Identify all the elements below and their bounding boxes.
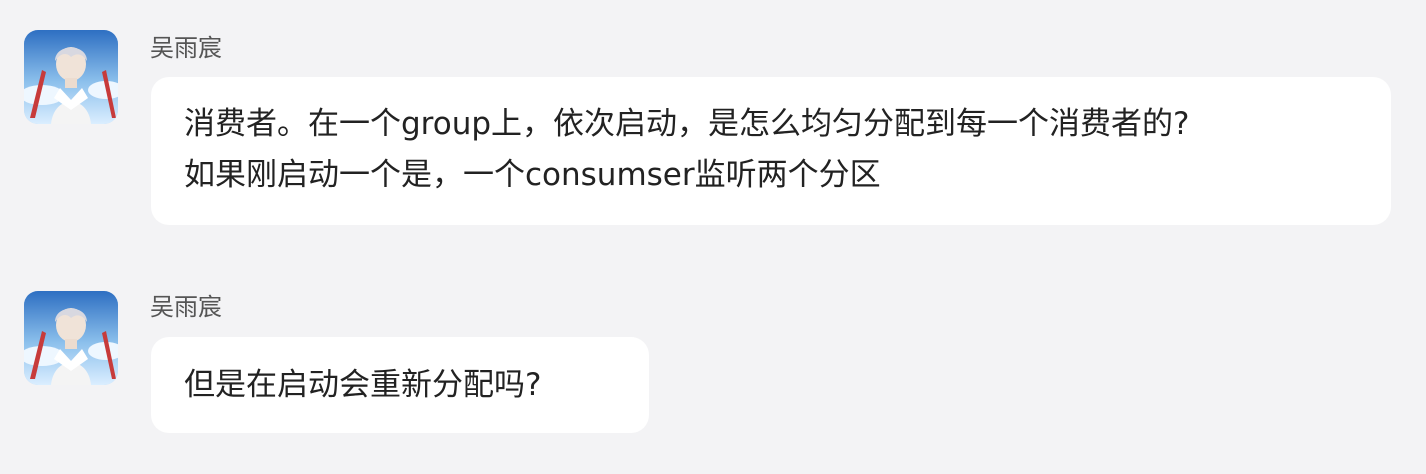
message-text-line: 消费者。在一个group上，依次启动，是怎么均匀分配到每一个消费者的? <box>184 106 1190 142</box>
message-text-line: 如果刚启动一个是，一个consumser监听两个分区 <box>184 157 881 193</box>
sender-name: 吴雨宸 <box>150 293 222 321</box>
sender-name: 吴雨宸 <box>150 34 222 62</box>
message-text-line: 但是在启动会重新分配吗? <box>184 367 542 403</box>
message-bubble[interactable]: 消费者。在一个group上，依次启动，是怎么均匀分配到每一个消费者的? 如果刚启… <box>151 77 1391 225</box>
avatar-image <box>24 291 118 385</box>
avatar-image <box>24 30 118 124</box>
chat-history: 吴雨宸 消费者。在一个group上，依次启动，是怎么均匀分配到每一个消费者的? … <box>0 0 1426 474</box>
avatar[interactable] <box>24 30 118 124</box>
avatar[interactable] <box>24 291 118 385</box>
message-bubble[interactable]: 但是在启动会重新分配吗? <box>151 337 649 433</box>
